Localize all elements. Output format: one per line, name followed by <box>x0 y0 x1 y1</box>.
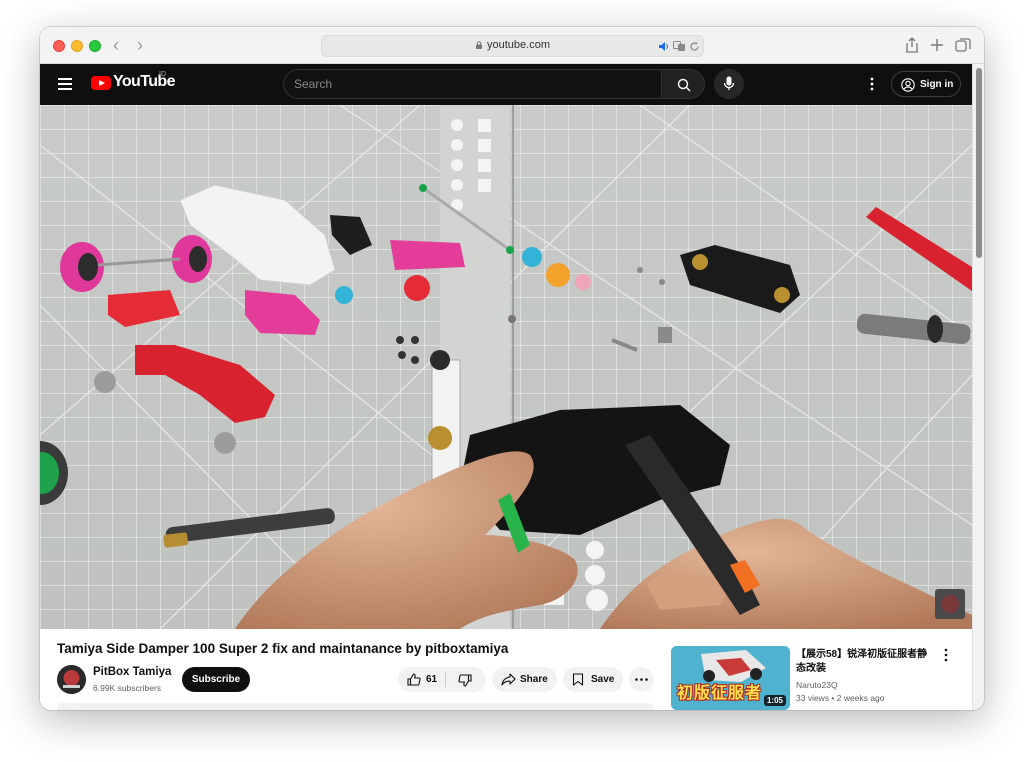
recommended-video-meta: 33 views • 2 weeks ago <box>796 693 885 703</box>
share-button[interactable]: Share <box>492 667 557 692</box>
subscriber-count: 6.99K subscribers <box>93 683 162 693</box>
save-label: Save <box>591 674 615 685</box>
thumbnail-caption: 初版征服者 <box>677 685 763 702</box>
microphone-icon <box>723 76 735 90</box>
share-icon[interactable] <box>903 36 921 54</box>
channel-name[interactable]: PitBox Tamiya <box>93 666 171 678</box>
share-label: Share <box>520 674 548 685</box>
youtube-masthead: YouTube ID Sign in <box>40 64 984 105</box>
voice-search-button[interactable] <box>714 69 744 99</box>
browser-window: ‹ › youtube.com YouTube ID Search Sign i… <box>40 27 984 710</box>
address-bar[interactable]: youtube.com <box>321 35 704 57</box>
sign-in-button[interactable]: Sign in <box>891 71 961 97</box>
reload-icon[interactable] <box>689 41 700 52</box>
forward-arrow-icon[interactable]: › <box>130 35 150 55</box>
recommended-video-thumbnail[interactable]: 初版征服者 1:05 <box>671 646 790 710</box>
search-icon <box>677 78 691 92</box>
country-code: ID <box>159 71 166 78</box>
video-duration: 1:05 <box>763 695 786 706</box>
browser-toolbar: ‹ › youtube.com <box>40 27 984 64</box>
description-box[interactable] <box>57 703 654 710</box>
save-bookmark-icon <box>572 673 584 686</box>
thumbs-up-icon[interactable] <box>407 673 421 686</box>
account-icon <box>901 78 915 92</box>
speaker-icon[interactable] <box>658 41 670 52</box>
video-player[interactable]: 20 <box>40 105 972 629</box>
minimize-window-button[interactable] <box>71 40 83 52</box>
search-input[interactable] <box>284 70 661 98</box>
sign-in-label: Sign in <box>920 79 954 90</box>
video-title: Tamiya Side Damper 100 Super 2 fix and m… <box>57 641 509 656</box>
subscribe-button[interactable]: Subscribe <box>182 667 250 692</box>
search-button[interactable] <box>661 69 705 99</box>
video-frame: 20 <box>40 105 972 629</box>
more-actions-button[interactable] <box>629 667 654 692</box>
page-scrollbar[interactable] <box>972 64 984 710</box>
translate-icon[interactable] <box>673 41 686 52</box>
lock-icon <box>476 41 482 49</box>
menu-icon[interactable] <box>58 78 72 90</box>
new-tab-icon[interactable] <box>928 36 946 54</box>
search-box[interactable] <box>283 69 662 99</box>
zoom-window-button[interactable] <box>89 40 101 52</box>
share-arrow-icon <box>501 673 516 686</box>
save-button[interactable]: Save <box>563 667 623 692</box>
video-info-area: Tamiya Side Damper 100 Super 2 fix and m… <box>40 629 972 710</box>
recommended-channel-name[interactable]: Naruto23Q <box>796 680 838 690</box>
scrollbar-thumb[interactable] <box>976 68 982 258</box>
like-dislike-group: 61 <box>398 667 486 692</box>
more-horizontal-icon <box>635 678 648 681</box>
like-count[interactable]: 61 <box>426 674 437 685</box>
channel-avatar[interactable] <box>57 665 86 694</box>
thumbs-down-icon[interactable] <box>458 674 472 687</box>
url-text: youtube.com <box>487 39 550 51</box>
recommended-video-title[interactable]: 【展示58】锐泽初版征服者静态改装 <box>796 648 936 676</box>
tab-overview-icon[interactable] <box>954 36 972 54</box>
close-window-button[interactable] <box>53 40 65 52</box>
back-arrow-icon[interactable]: ‹ <box>106 35 126 55</box>
settings-more-icon[interactable] <box>864 76 880 92</box>
recommended-more-icon[interactable] <box>940 648 952 662</box>
youtube-logo-icon[interactable] <box>91 76 111 90</box>
channel-logo-icon <box>57 665 86 694</box>
